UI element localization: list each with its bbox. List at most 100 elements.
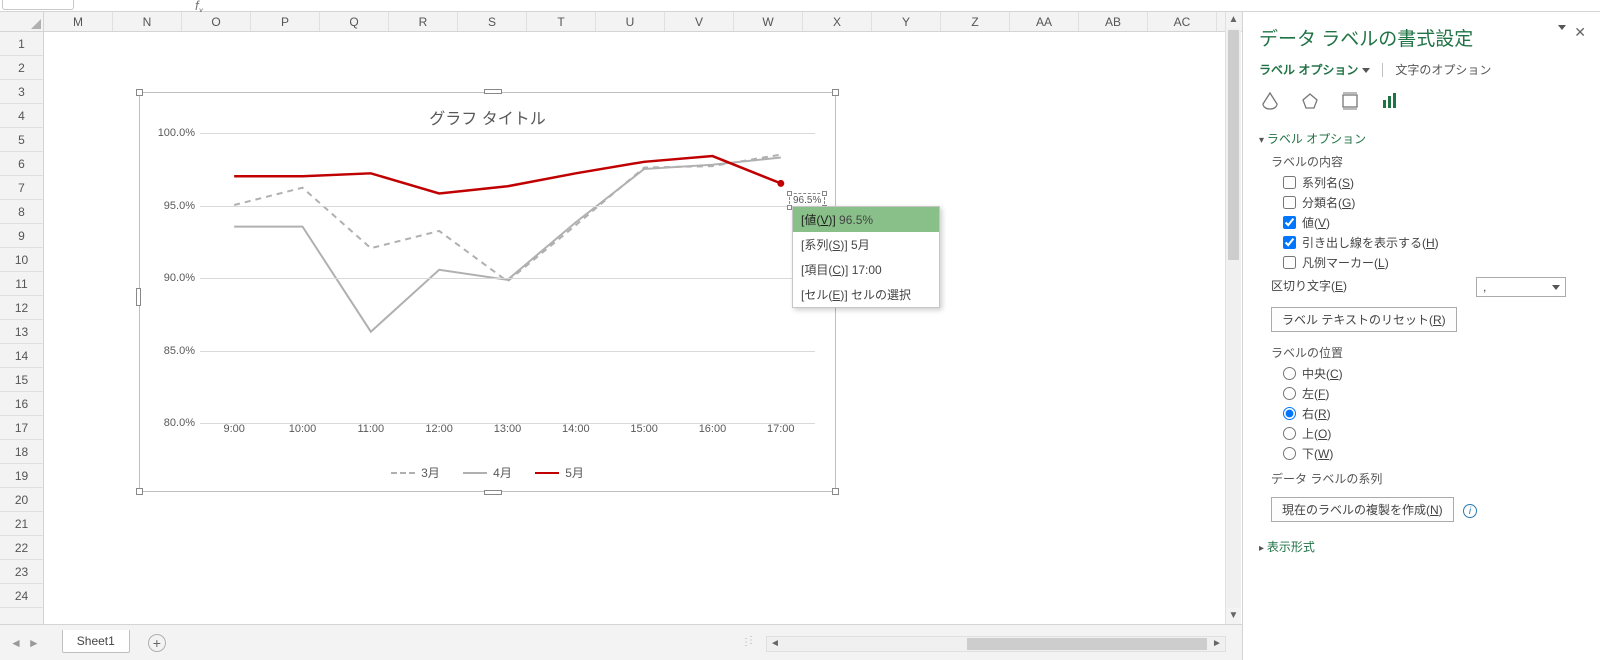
hscroll-split-handle[interactable]: ⋮ xyxy=(741,637,752,648)
row-header[interactable]: 11 xyxy=(0,272,43,296)
scroll-down-icon[interactable]: ▼ xyxy=(1226,608,1241,624)
column-header[interactable]: Y xyxy=(872,12,941,31)
clone-labels-button[interactable]: 現在のラベルの複製を作成(N) xyxy=(1271,497,1454,522)
tab-text-options[interactable]: 文字のオプション xyxy=(1395,61,1491,78)
sheet-tab[interactable]: Sheet1 xyxy=(62,630,130,653)
pos-center[interactable]: 中央(C) xyxy=(1283,365,1584,382)
chart-series-line[interactable] xyxy=(234,157,781,331)
add-sheet-button[interactable]: + xyxy=(148,634,166,652)
ctx-item-value[interactable]: [値(V)] 96.5% xyxy=(793,207,939,232)
sheet-nav-arrows[interactable]: ◄► xyxy=(0,636,50,650)
row-header[interactable]: 22 xyxy=(0,536,43,560)
row-header[interactable]: 10 xyxy=(0,248,43,272)
row-header[interactable]: 4 xyxy=(0,104,43,128)
column-header[interactable]: X xyxy=(803,12,872,31)
chart-legend[interactable]: 3月 4月 5月 xyxy=(140,463,835,482)
pos-right[interactable]: 右(R) xyxy=(1283,405,1584,422)
row-header[interactable]: 3 xyxy=(0,80,43,104)
column-header[interactable]: T xyxy=(527,12,596,31)
close-icon[interactable]: ✕ xyxy=(1574,24,1586,41)
row-header[interactable]: 7 xyxy=(0,176,43,200)
resize-handle[interactable] xyxy=(136,89,143,96)
ctx-item-category[interactable]: [項目(C)] 17:00 xyxy=(793,257,939,282)
pane-options-dropdown-icon[interactable] xyxy=(1558,25,1566,30)
x-axis[interactable]: 9:0010:0011:0012:0013:0014:0015:0016:001… xyxy=(200,423,815,441)
column-header[interactable]: O xyxy=(182,12,251,31)
resize-handle[interactable] xyxy=(136,488,143,495)
column-header[interactable]: Q xyxy=(320,12,389,31)
row-header[interactable]: 23 xyxy=(0,560,43,584)
opt-leader-lines[interactable]: 引き出し線を表示する(H) xyxy=(1283,234,1584,251)
column-header[interactable]: Z xyxy=(941,12,1010,31)
chart-series-line[interactable] xyxy=(234,155,781,282)
info-icon[interactable]: i xyxy=(1463,504,1477,518)
resize-handle[interactable] xyxy=(136,288,141,306)
separator-dropdown[interactable]: , xyxy=(1476,277,1566,297)
resize-handle[interactable] xyxy=(832,89,839,96)
label-options-icon[interactable] xyxy=(1379,90,1401,112)
row-header[interactable]: 17 xyxy=(0,416,43,440)
reset-label-text-button[interactable]: ラベル テキストのリセット(R) xyxy=(1271,307,1457,332)
row-header[interactable]: 19 xyxy=(0,464,43,488)
column-header[interactable]: AC xyxy=(1148,12,1217,31)
column-header[interactable]: AA xyxy=(1010,12,1079,31)
row-header[interactable]: 13 xyxy=(0,320,43,344)
legend-item[interactable]: 4月 xyxy=(463,464,512,481)
row-header[interactable]: 5 xyxy=(0,128,43,152)
effects-icon[interactable] xyxy=(1299,90,1321,112)
ctx-item-cell[interactable]: [セル(E)] セルの選択 xyxy=(793,282,939,307)
column-header[interactable]: N xyxy=(113,12,182,31)
column-header[interactable]: W xyxy=(734,12,803,31)
select-all-corner[interactable] xyxy=(0,12,44,32)
vertical-scrollbar[interactable]: ▲ ▼ xyxy=(1225,12,1241,624)
row-header[interactable]: 9 xyxy=(0,224,43,248)
row-header[interactable]: 2 xyxy=(0,56,43,80)
resize-handle[interactable] xyxy=(484,490,502,495)
row-header[interactable]: 1 xyxy=(0,32,43,56)
opt-legend-marker[interactable]: 凡例マーカー(L) xyxy=(1283,254,1584,271)
opt-value[interactable]: 値(V) xyxy=(1283,214,1584,231)
column-header[interactable]: P xyxy=(251,12,320,31)
chart-object[interactable]: グラフ タイトル 80.0%85.0%90.0%95.0%100.0% 9:00… xyxy=(139,92,836,492)
chart-series-line[interactable] xyxy=(234,156,781,193)
row-header[interactable]: 8 xyxy=(0,200,43,224)
row-header[interactable]: 15 xyxy=(0,368,43,392)
tab-label-options[interactable]: ラベル オプション xyxy=(1259,61,1370,78)
size-properties-icon[interactable] xyxy=(1339,90,1361,112)
horizontal-scrollbar[interactable]: ◄ ► xyxy=(766,636,1226,652)
plot-area[interactable]: 80.0%85.0%90.0%95.0%100.0% xyxy=(200,133,815,421)
pos-below[interactable]: 下(W) xyxy=(1283,445,1584,462)
row-header[interactable]: 16 xyxy=(0,392,43,416)
resize-handle[interactable] xyxy=(832,488,839,495)
column-header[interactable]: AB xyxy=(1079,12,1148,31)
row-headers[interactable]: 123456789101112131415161718192021222324 xyxy=(0,32,44,624)
pos-above[interactable]: 上(O) xyxy=(1283,425,1584,442)
row-header[interactable]: 6 xyxy=(0,152,43,176)
scroll-left-icon[interactable]: ◄ xyxy=(767,637,783,651)
resize-handle[interactable] xyxy=(822,191,827,196)
legend-item[interactable]: 5月 xyxy=(535,464,584,481)
row-header[interactable]: 24 xyxy=(0,584,43,608)
row-header[interactable]: 12 xyxy=(0,296,43,320)
pos-left[interactable]: 左(F) xyxy=(1283,385,1584,402)
resize-handle[interactable] xyxy=(484,89,502,94)
column-header[interactable]: V xyxy=(665,12,734,31)
opt-category-name[interactable]: 分類名(G) xyxy=(1283,194,1584,211)
fill-icon[interactable] xyxy=(1259,90,1281,112)
opt-series-name[interactable]: 系列名(S) xyxy=(1283,174,1584,191)
resize-handle[interactable] xyxy=(787,191,792,196)
column-header[interactable]: U xyxy=(596,12,665,31)
column-header[interactable]: M xyxy=(44,12,113,31)
row-header[interactable]: 20 xyxy=(0,488,43,512)
section-label-options[interactable]: ラベル オプション xyxy=(1259,130,1584,147)
row-header[interactable]: 14 xyxy=(0,344,43,368)
row-header[interactable]: 18 xyxy=(0,440,43,464)
column-header[interactable]: R xyxy=(389,12,458,31)
row-header[interactable]: 21 xyxy=(0,512,43,536)
scroll-right-icon[interactable]: ► xyxy=(1209,637,1225,651)
ctx-item-series[interactable]: [系列(S)] 5月 xyxy=(793,232,939,257)
scroll-up-icon[interactable]: ▲ xyxy=(1226,12,1241,28)
legend-item[interactable]: 3月 xyxy=(391,464,440,481)
chart-title[interactable]: グラフ タイトル xyxy=(140,93,835,134)
section-number-format[interactable]: 表示形式 xyxy=(1259,538,1584,555)
